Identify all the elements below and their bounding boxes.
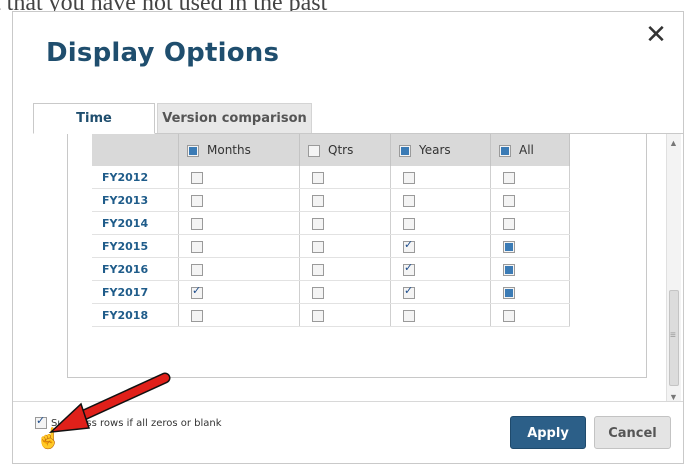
cell-months: [178, 303, 300, 327]
all-checkbox[interactable]: [503, 286, 515, 299]
cell-qtrs: [299, 280, 391, 304]
years-checkbox[interactable]: [403, 217, 415, 230]
cell-years: [390, 211, 491, 235]
year-label[interactable]: FY2012: [92, 166, 179, 189]
months-checkbox[interactable]: [191, 240, 203, 253]
year-label[interactable]: FY2016: [92, 257, 179, 281]
cell-years: [390, 188, 491, 212]
time-panel: Months Qtrs Years All FY2012 FY2013 FY2014…: [33, 133, 683, 401]
years-checkbox[interactable]: [403, 309, 415, 322]
all-checkbox[interactable]: [503, 263, 515, 276]
qtrs-checkbox[interactable]: [312, 263, 324, 276]
red-arrow-icon: [48, 372, 171, 433]
apply-button[interactable]: Apply: [510, 416, 586, 449]
year-label[interactable]: FY2013: [92, 188, 179, 212]
header-months: Months: [178, 134, 300, 166]
cell-years: [390, 234, 491, 258]
cell-months: [178, 257, 300, 281]
cell-all: [490, 188, 570, 212]
cell-qtrs: [299, 188, 391, 212]
all-checkbox[interactable]: [503, 171, 515, 184]
qtrs-checkbox[interactable]: [312, 240, 324, 253]
cell-qtrs: [299, 234, 391, 258]
qtrs-checkbox[interactable]: [312, 309, 324, 322]
months-select-all-checkbox[interactable]: [187, 144, 199, 157]
header-qtrs: Qtrs: [299, 134, 391, 166]
grid-header-row: Months Qtrs Years All: [92, 134, 570, 166]
cell-months: [178, 280, 300, 304]
months-checkbox[interactable]: [191, 309, 203, 322]
table-row: FY2016: [92, 257, 570, 281]
year-label[interactable]: FY2018: [92, 303, 179, 327]
display-options-dialog: Display Options ✕ Time Version compariso…: [12, 11, 684, 464]
cell-all: [490, 303, 570, 327]
years-checkbox[interactable]: [403, 261, 415, 276]
months-checkbox[interactable]: [191, 284, 203, 299]
scroll-down-icon[interactable]: ▼: [669, 392, 678, 401]
vertical-scrollbar[interactable]: ▲ ≡ ▼: [666, 134, 681, 401]
months-checkbox[interactable]: [191, 263, 203, 276]
all-select-all-checkbox[interactable]: [499, 144, 511, 157]
cancel-button[interactable]: Cancel: [594, 416, 671, 449]
all-checkbox[interactable]: [503, 309, 515, 322]
cell-months: [178, 188, 300, 212]
year-label[interactable]: FY2017: [92, 280, 179, 304]
grid-header-year: [92, 134, 179, 166]
close-icon[interactable]: ✕: [643, 22, 669, 48]
years-checkbox[interactable]: [403, 284, 415, 299]
header-all-label: All: [519, 143, 534, 157]
years-select-all-checkbox[interactable]: [399, 144, 411, 157]
qtrs-checkbox[interactable]: [312, 286, 324, 299]
tab-time[interactable]: Time: [33, 103, 155, 134]
years-checkbox[interactable]: [403, 171, 415, 184]
cell-all: [490, 280, 570, 304]
qtrs-checkbox[interactable]: [312, 217, 324, 230]
cell-all: [490, 257, 570, 281]
all-checkbox[interactable]: [503, 240, 515, 253]
months-checkbox[interactable]: [191, 194, 203, 207]
table-row: FY2012: [92, 166, 570, 189]
cell-all: [490, 166, 570, 189]
cell-months: [178, 166, 300, 189]
cell-all: [490, 234, 570, 258]
cell-years: [390, 166, 491, 189]
header-all: All: [490, 134, 570, 166]
year-label[interactable]: FY2015: [92, 234, 179, 258]
table-row: FY2013: [92, 188, 570, 212]
table-row: FY2017: [92, 280, 570, 304]
cell-qtrs: [299, 257, 391, 281]
qtrs-checkbox[interactable]: [312, 171, 324, 184]
scroll-grip-icon: ≡: [670, 330, 676, 341]
qtrs-select-all-checkbox[interactable]: [308, 144, 320, 157]
cell-years: [390, 303, 491, 327]
cell-years: [390, 257, 491, 281]
cell-qtrs: [299, 166, 391, 189]
header-months-label: Months: [207, 143, 251, 157]
cell-all: [490, 211, 570, 235]
header-years: Years: [390, 134, 491, 166]
all-checkbox[interactable]: [503, 217, 515, 230]
header-years-label: Years: [419, 143, 451, 157]
months-checkbox[interactable]: [191, 217, 203, 230]
time-grid: Months Qtrs Years All FY2012 FY2013 FY2014…: [92, 134, 570, 327]
table-row: FY2014: [92, 211, 570, 235]
qtrs-checkbox[interactable]: [312, 194, 324, 207]
cell-months: [178, 211, 300, 235]
tab-version-comparison[interactable]: Version comparison: [157, 103, 312, 133]
months-checkbox[interactable]: [191, 171, 203, 184]
years-checkbox[interactable]: [403, 194, 415, 207]
table-row: FY2018: [92, 303, 570, 327]
year-label[interactable]: FY2014: [92, 211, 179, 235]
table-row: FY2015: [92, 234, 570, 258]
cell-months: [178, 234, 300, 258]
all-checkbox[interactable]: [503, 194, 515, 207]
cell-years: [390, 280, 491, 304]
grid-body: FY2012FY2013FY2014FY2015FY2016FY2017FY20…: [92, 166, 570, 327]
dialog-title: Display Options: [46, 38, 280, 68]
header-qtrs-label: Qtrs: [328, 143, 354, 157]
cell-qtrs: [299, 303, 391, 327]
scroll-up-icon[interactable]: ▲: [669, 138, 678, 148]
cell-qtrs: [299, 211, 391, 235]
years-checkbox[interactable]: [403, 238, 415, 253]
